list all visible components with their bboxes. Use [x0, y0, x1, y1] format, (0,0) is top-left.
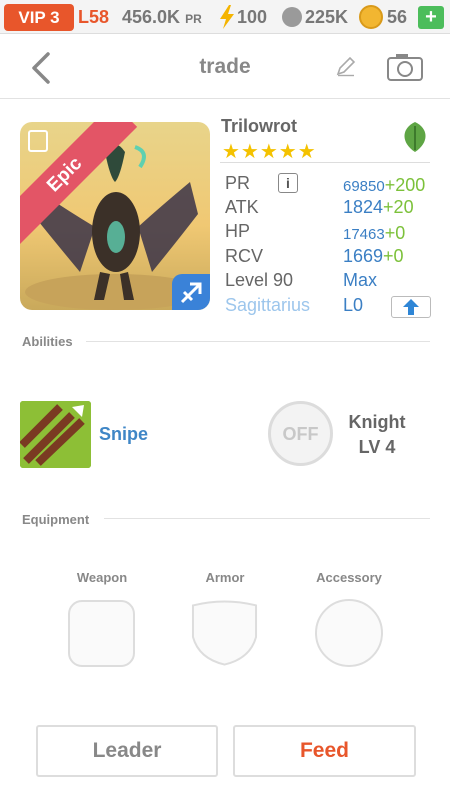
sagittarius-badge — [172, 274, 210, 310]
divider — [86, 341, 430, 342]
status-bar: VIP 3 L58 456.0K PR 100 225K 56 + — [0, 0, 450, 34]
stat-label: HP — [225, 221, 251, 241]
paw-icon — [282, 7, 302, 27]
energy-value: 100 — [237, 7, 268, 27]
level-value: Max — [343, 270, 378, 290]
camera-icon[interactable] — [386, 52, 424, 82]
power-amount: 456.0K — [122, 7, 181, 27]
upgrade-sign-button[interactable] — [391, 296, 431, 318]
atk-bonus: +20 — [383, 197, 414, 217]
stat-row-atk: ATK 1824+20 — [225, 197, 435, 221]
energy-bolt-icon — [220, 5, 234, 29]
leader-button[interactable]: Leader — [36, 725, 218, 777]
stat-label: ATK — [225, 197, 259, 217]
divider — [104, 518, 430, 519]
coins-value: 56 — [387, 7, 408, 27]
class-name: Knight — [348, 412, 406, 432]
stat-label: RCV — [225, 246, 264, 266]
abilities-header: Abilities — [22, 334, 73, 349]
sagittarius-arrow-icon — [180, 282, 202, 304]
ability-name[interactable]: Snipe — [99, 424, 148, 445]
hp-bonus: +0 — [384, 223, 406, 243]
armor-label: Armor — [205, 570, 245, 585]
accessory-label: Accessory — [316, 570, 382, 585]
atk-value: 1824 — [343, 197, 384, 217]
power-unit: PR — [185, 12, 202, 26]
hp-value: 17463 — [343, 226, 385, 243]
level-label: Level 90 — [225, 270, 294, 290]
toggle-state: OFF — [282, 424, 319, 444]
arrows-icon — [20, 401, 91, 468]
stat-value: 1824+20 — [343, 197, 414, 218]
add-currency-button[interactable]: + — [418, 6, 444, 29]
pr-bonus: +200 — [384, 175, 426, 195]
leaf-icon — [404, 122, 426, 152]
stat-row-pr: PR i 69850+200 — [225, 173, 435, 197]
stat-value: 17463+0 — [343, 223, 405, 244]
armor-slot[interactable] — [191, 599, 258, 667]
divider — [220, 162, 430, 163]
stat-label: PR — [225, 173, 251, 193]
nav-header: trade — [0, 35, 450, 99]
page-title: trade — [199, 55, 251, 78]
pr-value: 69850 — [343, 178, 385, 195]
weapon-slot[interactable] — [68, 600, 135, 667]
food-value: 225K — [305, 7, 349, 27]
stat-row-rcv: RCV 1669+0 — [225, 246, 435, 270]
star-rating: ★★★★★ — [222, 141, 317, 163]
creature-portrait[interactable]: Epic — [20, 122, 210, 310]
feed-button[interactable]: Feed — [233, 725, 416, 777]
rcv-bonus: +0 — [383, 246, 404, 266]
stat-value: 69850+200 — [343, 175, 425, 196]
stat-row-level: Level 90 Max — [225, 270, 435, 294]
class-level: LV 4 — [358, 437, 396, 457]
weapon-label: Weapon — [76, 570, 128, 585]
power-value: 456.0K PR — [122, 5, 202, 31]
stat-row-hp: HP 17463+0 — [225, 221, 435, 245]
document-icon[interactable] — [28, 130, 48, 152]
creature-name: Trilowrot — [221, 116, 297, 136]
player-level: L58 — [78, 7, 110, 27]
accessory-slot[interactable] — [315, 599, 383, 667]
vip-badge[interactable]: VIP 3 — [4, 4, 74, 31]
snipe-ability-icon[interactable] — [20, 401, 91, 468]
rcv-value: 1669 — [343, 246, 384, 266]
coin-icon — [359, 5, 383, 29]
edit-pencil-icon[interactable] — [335, 55, 357, 77]
sign-value: L0 — [343, 295, 364, 315]
equipment-header: Equipment — [22, 512, 90, 527]
stat-value: 1669+0 — [343, 246, 404, 267]
stat-row-sign: Sagittarius L0 — [225, 295, 435, 319]
sign-label: Sagittarius — [225, 295, 311, 315]
arrow-up-icon — [403, 299, 419, 315]
ability-toggle[interactable]: OFF — [268, 401, 333, 466]
info-icon[interactable]: i — [278, 173, 298, 193]
